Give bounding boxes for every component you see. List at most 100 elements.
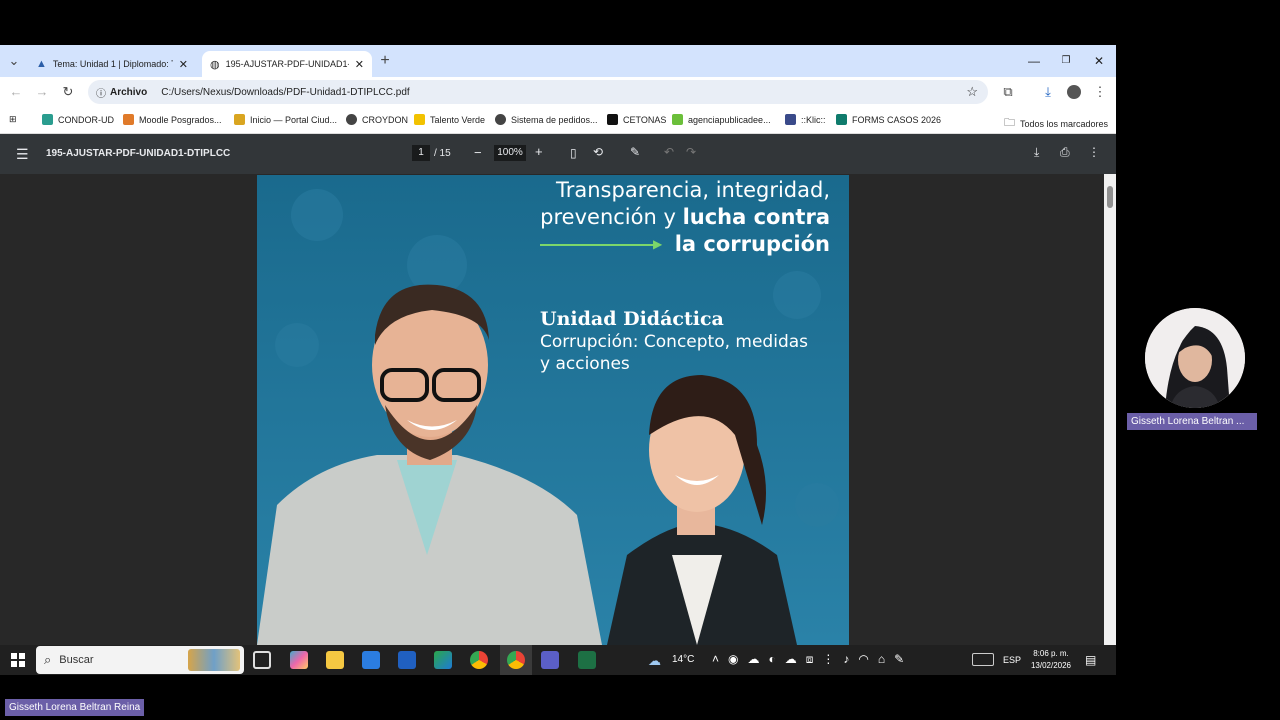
bookmark-forms[interactable]: FORMS CASOS 2026	[836, 114, 941, 125]
search-icon: ⌕	[44, 652, 52, 667]
clock-date: 13/02/2026	[1030, 661, 1072, 670]
clock-time: 8:06 p. m.	[1033, 649, 1069, 658]
windows-taskbar: ⌕ Buscar ☁ 14°C ˄◉☁◐☁⧈⋮♪◠⌂✎ ESP 8:06 p. …	[0, 645, 1116, 675]
bookmark-cetonas[interactable]: CETONAS	[607, 114, 666, 125]
file-explorer-icon[interactable]	[326, 651, 344, 669]
menu-icon[interactable]: ☰	[16, 146, 29, 163]
bookmark-label: agenciapublicadee...	[688, 114, 771, 125]
forward-button[interactable]: →	[32, 82, 52, 102]
unit-title-line-2: y acciones	[540, 354, 630, 374]
close-tab-icon[interactable]: ✕	[355, 58, 364, 71]
pdf-page-cover: Transparencia, integridad, prevención y …	[257, 175, 849, 645]
close-window-button[interactable]: ✕	[1087, 51, 1111, 71]
bookmark-agencia[interactable]: agenciapublicadee...	[672, 114, 771, 125]
menu-icon[interactable]: ⋮	[1090, 82, 1110, 102]
participant-video[interactable]	[1145, 308, 1245, 408]
weather-icon[interactable]: ☁	[648, 653, 661, 669]
bookmark-sistema[interactable]: Sistema de pedidos...	[495, 114, 598, 125]
scrollbar-thumb[interactable]	[1107, 186, 1113, 208]
bookmark-klic[interactable]: ::Klic::	[785, 114, 826, 125]
vertical-scrollbar[interactable]	[1104, 174, 1116, 645]
bookmarks-bar: ⊞ CONDOR-UD Moodle Posgrados... Inicio —…	[0, 107, 1116, 134]
notifications-icon[interactable]: ▤	[1085, 653, 1096, 667]
arrow-head-icon: ▶	[653, 237, 663, 251]
close-tab-icon[interactable]: ✕	[179, 58, 188, 71]
headline-line-2: prevención y lucha contra	[540, 204, 830, 231]
chrome-profile-icon[interactable]	[507, 651, 525, 669]
teams-icon[interactable]	[541, 651, 559, 669]
star-icon[interactable]: ☆	[966, 84, 978, 100]
browser-window: ⌄ ▲ Tema: Unidad 1 | Diplomado: Tr ✕ ◍ 1…	[0, 45, 1116, 645]
bookmark-portal[interactable]: Inicio — Portal Ciud...	[234, 114, 337, 125]
chrome-icon[interactable]	[470, 651, 488, 669]
fit-page-icon[interactable]: ▯	[570, 146, 577, 160]
bookmark-icon	[495, 114, 506, 125]
bookmark-moodle[interactable]: Moodle Posgrados...	[123, 114, 222, 125]
bookmark-label: ::Klic::	[801, 114, 826, 125]
pdf-viewport[interactable]: Transparencia, integridad, prevención y …	[0, 174, 1116, 645]
browser-toolbar: ← → ↻ ⓘ Archivo C:/Users/Nexus/Downloads…	[0, 77, 1116, 107]
bookmark-croydon[interactable]: CROYDON	[346, 114, 408, 125]
bookmark-icon	[346, 114, 357, 125]
bookmark-label: CETONAS	[623, 114, 667, 125]
tray-icons[interactable]: ˄◉☁◐☁⧈⋮♪◠⌂✎	[712, 652, 913, 667]
edge-icon[interactable]	[434, 651, 452, 669]
page-number-input[interactable]: 1	[412, 145, 430, 161]
keyboard-icon[interactable]	[972, 653, 994, 666]
download-icon[interactable]: ⤓	[1034, 145, 1039, 160]
bookmark-icon	[672, 114, 683, 125]
bookmark-icon	[607, 114, 618, 125]
minimize-button[interactable]: —	[1022, 51, 1046, 71]
screen: ⌄ ▲ Tema: Unidad 1 | Diplomado: Tr ✕ ◍ 1…	[0, 0, 1280, 720]
zoom-out-button[interactable]: −	[474, 145, 482, 160]
bookmark-label: CONDOR-UD	[58, 114, 114, 125]
bookmark-icon	[42, 114, 53, 125]
excel-icon[interactable]	[578, 651, 596, 669]
reload-button[interactable]: ↻	[58, 82, 78, 102]
restore-button[interactable]: ❐	[1054, 51, 1078, 71]
tab-strip: ⌄ ▲ Tema: Unidad 1 | Diplomado: Tr ✕ ◍ 1…	[0, 45, 1116, 77]
bookmark-label: FORMS CASOS 2026	[852, 114, 942, 125]
tab-search-chevron-icon[interactable]: ⌄	[4, 51, 24, 71]
all-bookmarks[interactable]: 🗀 Todos los marcadores	[1004, 114, 1108, 133]
more-icon[interactable]: ⋮	[1088, 145, 1100, 159]
task-view-icon[interactable]	[253, 651, 271, 669]
undo-icon[interactable]: ↶	[664, 145, 674, 159]
print-icon[interactable]: ⎙	[1060, 145, 1070, 160]
search-highlight-image	[188, 649, 240, 671]
pdf-toolbar: ☰ 195-AJUSTAR-PDF-UNIDAD1-DTIPLCC 1 / 15…	[0, 134, 1116, 174]
unit-title: Corrupción: Concepto, medidas y acciones	[540, 331, 808, 375]
rotate-icon[interactable]: ⟲	[593, 145, 603, 159]
new-tab-button[interactable]: +	[375, 51, 395, 71]
tab-title: Tema: Unidad 1 | Diplomado: Tr	[52, 59, 173, 69]
tab-title: 195-AJUSTAR-PDF-UNIDAD1-D	[225, 59, 349, 69]
zoom-input[interactable]: 100%	[494, 145, 526, 161]
clock[interactable]: 8:06 p. m. 13/02/2026	[1026, 648, 1076, 672]
bookmark-talento[interactable]: Talento Verde	[414, 114, 485, 125]
outlook-icon[interactable]	[398, 651, 416, 669]
store-icon[interactable]	[362, 651, 380, 669]
extensions-icon[interactable]: ⧉	[998, 82, 1018, 102]
redo-icon[interactable]: ↷	[686, 145, 696, 159]
profile-avatar[interactable]	[1064, 82, 1084, 102]
bookmark-condor[interactable]: CONDOR-UD	[42, 114, 114, 125]
apps-grid-icon[interactable]: ⊞	[9, 114, 17, 125]
bookmark-icon	[836, 114, 847, 125]
windows-start-icon[interactable]	[11, 653, 25, 667]
weather-temp: 14°C	[672, 654, 695, 665]
url-text: C:/Users/Nexus/Downloads/PDF-Unidad1-DTI…	[161, 86, 410, 98]
language-indicator[interactable]: ESP	[1003, 655, 1021, 665]
taskbar-search-box[interactable]: ⌕ Buscar	[36, 646, 244, 674]
search-placeholder: Buscar	[59, 654, 94, 666]
download-icon[interactable]: ⤓	[1038, 82, 1058, 102]
zoom-in-button[interactable]: +	[535, 144, 543, 159]
unit-label: Unidad Didáctica	[540, 308, 724, 330]
copilot-icon[interactable]	[290, 651, 308, 669]
tab-moodle[interactable]: ▲ Tema: Unidad 1 | Diplomado: Tr ✕	[28, 51, 196, 77]
tab-pdf[interactable]: ◍ 195-AJUSTAR-PDF-UNIDAD1-D ✕	[202, 51, 372, 77]
bookmark-label: Inicio — Portal Ciud...	[250, 114, 338, 125]
address-bar[interactable]: ⓘ Archivo C:/Users/Nexus/Downloads/PDF-U…	[88, 80, 988, 104]
annotate-icon[interactable]: ✎	[630, 145, 640, 159]
back-button[interactable]: ←	[6, 82, 26, 102]
globe-icon: ◍	[210, 58, 220, 71]
